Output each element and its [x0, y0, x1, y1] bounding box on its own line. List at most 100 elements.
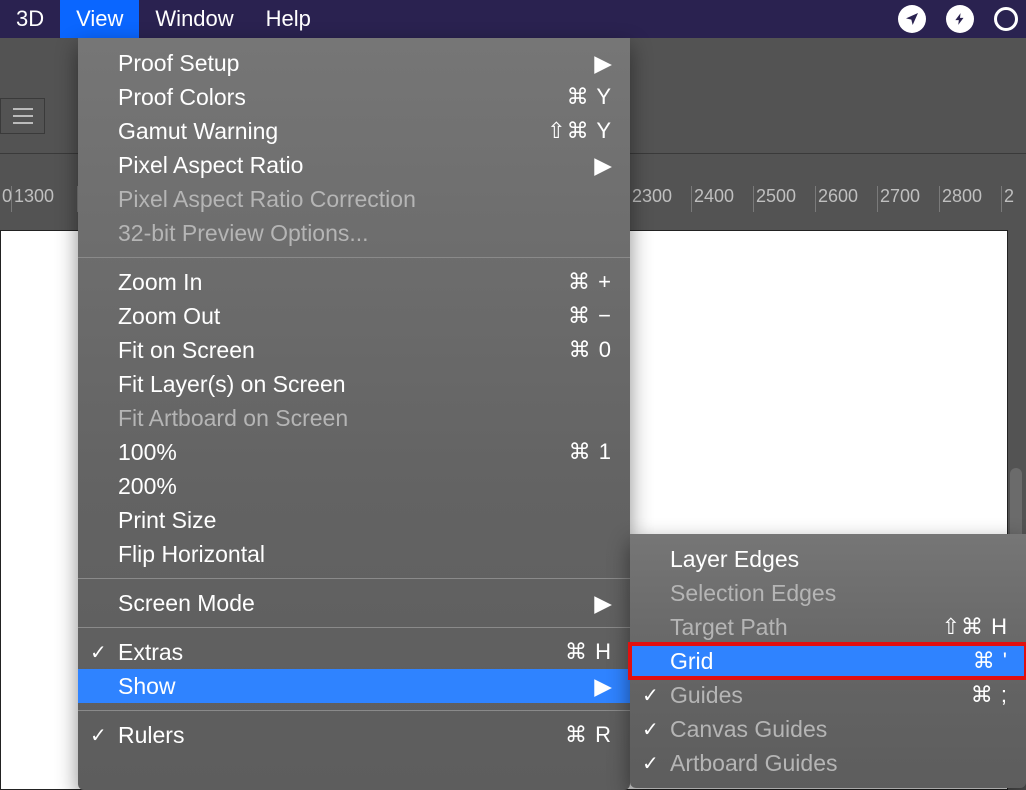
menu-item-selection-edges: Selection Edges [630, 576, 1026, 610]
show-submenu: Layer Edges Selection Edges Target Path … [630, 534, 1026, 788]
menu-item-100pct[interactable]: 100% ⌘ 1 [78, 435, 630, 469]
menu-separator [78, 257, 630, 258]
check-icon: ✓ [642, 717, 659, 742]
menu-item-32bit-preview: 32-bit Preview Options... [78, 216, 630, 250]
menu-shortcut: ⌘ 0 [569, 337, 612, 363]
menu-item-label: Show [118, 673, 594, 700]
ruler-tick: 2300 [630, 186, 692, 212]
ruler-tick: 2 [1002, 186, 1022, 212]
ruler-tick: 2500 [754, 186, 816, 212]
menu-item-label: Rulers [118, 722, 525, 749]
menu-item-gamut-warning[interactable]: Gamut Warning ⇧⌘ Y [78, 114, 630, 148]
menu-item-label: Selection Edges [670, 580, 1008, 607]
menu-shortcut: ⌘ + [568, 269, 612, 295]
bolt-icon[interactable] [946, 5, 974, 33]
menu-3d[interactable]: 3D [0, 0, 60, 38]
ruler-tick: 2700 [878, 186, 940, 212]
menu-item-rulers[interactable]: ✓ Rulers ⌘ R [78, 718, 630, 752]
menu-item-pixel-aspect-correction: Pixel Aspect Ratio Correction [78, 182, 630, 216]
menu-window[interactable]: Window [139, 0, 249, 38]
check-icon: ✓ [642, 751, 659, 776]
submenu-arrow-icon: ▶ [594, 673, 612, 700]
menu-shortcut: ⌘ R [565, 722, 612, 748]
ruler-tick: 2800 [940, 186, 1002, 212]
menu-item-label: Fit Layer(s) on Screen [118, 371, 612, 398]
menu-shortcut: ⌘ Y [567, 84, 612, 110]
menu-shortcut: ⌘ H [565, 639, 612, 665]
ruler-tick: 1300 [12, 186, 78, 212]
status-icons [898, 5, 1026, 33]
menu-item-fit-artboard: Fit Artboard on Screen [78, 401, 630, 435]
menu-shortcut: ⇧⌘ H [942, 614, 1008, 640]
menu-item-show[interactable]: Show ▶ [78, 669, 630, 703]
submenu-arrow-icon: ▶ [594, 590, 612, 617]
menu-help-label: Help [266, 6, 311, 32]
menu-item-zoom-in[interactable]: Zoom In ⌘ + [78, 265, 630, 299]
menu-item-extras[interactable]: ✓ Extras ⌘ H [78, 635, 630, 669]
menu-item-label: Proof Colors [118, 84, 527, 111]
menu-item-pixel-aspect-ratio[interactable]: Pixel Aspect Ratio ▶ [78, 148, 630, 182]
menu-help[interactable]: Help [250, 0, 327, 38]
menu-item-grid[interactable]: Grid ⌘ ' [630, 644, 1026, 678]
menu-separator [78, 627, 630, 628]
ruler-tick: 0 [0, 186, 12, 212]
menu-item-label: Extras [118, 639, 525, 666]
menu-item-label: Canvas Guides [670, 716, 1008, 743]
menu-item-label: Pixel Aspect Ratio [118, 152, 594, 179]
menu-item-artboard-guides: ✓ Artboard Guides [630, 746, 1026, 780]
menu-window-label: Window [155, 6, 233, 32]
view-menu: Proof Setup ▶ Proof Colors ⌘ Y Gamut War… [78, 38, 630, 790]
check-icon: ✓ [642, 683, 659, 708]
menu-shortcut: ⌘ − [568, 303, 612, 329]
circle-icon[interactable] [994, 7, 1018, 31]
menu-item-fit-layers[interactable]: Fit Layer(s) on Screen [78, 367, 630, 401]
menu-item-label: 100% [118, 439, 529, 466]
menu-separator [78, 578, 630, 579]
menu-item-target-path: Target Path ⇧⌘ H [630, 610, 1026, 644]
menu-item-label: Artboard Guides [670, 750, 1008, 777]
menu-item-label: Zoom Out [118, 303, 528, 330]
menu-item-flip-horizontal[interactable]: Flip Horizontal [78, 537, 630, 571]
location-icon[interactable] [898, 5, 926, 33]
align-tool-icon[interactable] [0, 98, 45, 134]
menu-shortcut: ⌘ 1 [569, 439, 612, 465]
menu-shortcut: ⌘ ; [971, 682, 1008, 708]
menu-shortcut: ⌘ ' [973, 648, 1008, 674]
menu-item-proof-setup[interactable]: Proof Setup ▶ [78, 46, 630, 80]
menu-item-label: Target Path [670, 614, 922, 641]
menu-item-label: Gamut Warning [118, 118, 507, 145]
menu-item-label: Print Size [118, 507, 612, 534]
menu-item-label: Grid [670, 648, 953, 675]
menu-item-fit-on-screen[interactable]: Fit on Screen ⌘ 0 [78, 333, 630, 367]
menu-item-label: Pixel Aspect Ratio Correction [118, 186, 612, 213]
ruler-tick: 2400 [692, 186, 754, 212]
menu-view-label: View [76, 6, 123, 32]
menu-item-label: Fit Artboard on Screen [118, 405, 612, 432]
submenu-arrow-icon: ▶ [594, 50, 612, 77]
menu-item-label: 200% [118, 473, 612, 500]
menu-item-label: Guides [670, 682, 951, 709]
menu-item-label: Zoom In [118, 269, 528, 296]
menu-item-label: Screen Mode [118, 590, 594, 617]
ruler-tick: 2600 [816, 186, 878, 212]
menu-item-print-size[interactable]: Print Size [78, 503, 630, 537]
check-icon: ✓ [90, 723, 107, 748]
menubar: 3D View Window Help [0, 0, 1026, 38]
menu-item-proof-colors[interactable]: Proof Colors ⌘ Y [78, 80, 630, 114]
check-icon: ✓ [90, 640, 107, 665]
menu-shortcut: ⇧⌘ Y [547, 118, 612, 144]
menu-3d-label: 3D [16, 6, 44, 32]
menu-item-layer-edges[interactable]: Layer Edges [630, 542, 1026, 576]
menu-item-screen-mode[interactable]: Screen Mode ▶ [78, 586, 630, 620]
submenu-arrow-icon: ▶ [594, 152, 612, 179]
menu-item-canvas-guides: ✓ Canvas Guides [630, 712, 1026, 746]
menu-item-label: Proof Setup [118, 50, 594, 77]
menu-item-zoom-out[interactable]: Zoom Out ⌘ − [78, 299, 630, 333]
menu-item-guides: ✓ Guides ⌘ ; [630, 678, 1026, 712]
menu-item-label: Layer Edges [670, 546, 1008, 573]
menu-view[interactable]: View [60, 0, 139, 38]
menu-item-label: Flip Horizontal [118, 541, 612, 568]
menu-item-200pct[interactable]: 200% [78, 469, 630, 503]
menu-separator [78, 710, 630, 711]
menu-item-label: 32-bit Preview Options... [118, 220, 612, 247]
